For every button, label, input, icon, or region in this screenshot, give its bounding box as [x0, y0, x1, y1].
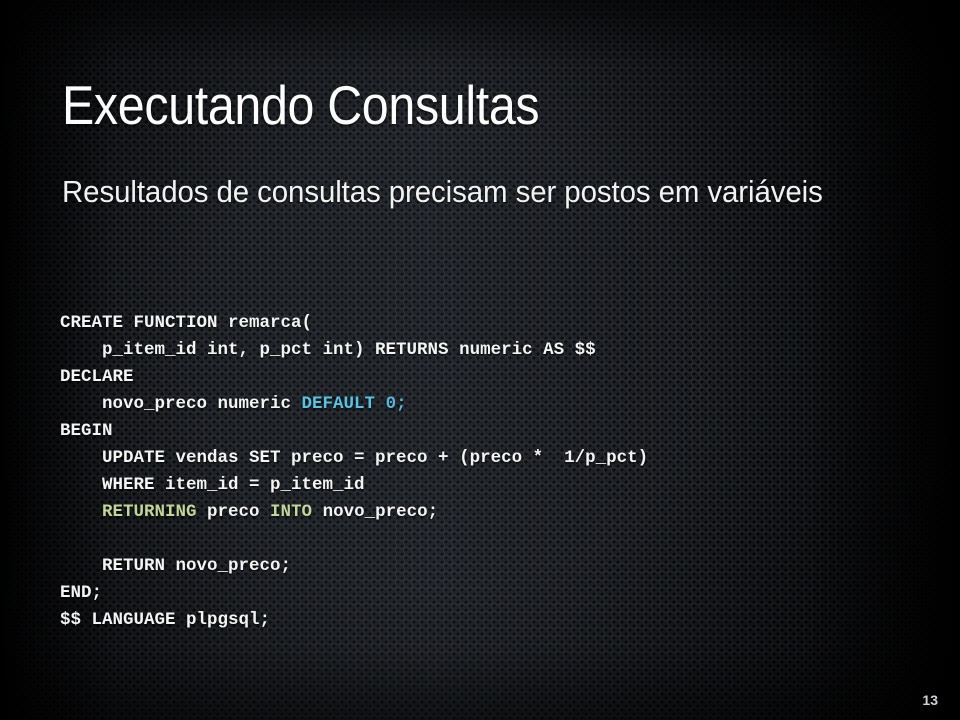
code-token: novo_preco numeric [60, 394, 302, 414]
code-line: END; [60, 580, 648, 607]
code-token: UPDATE vendas SET preco = preco + (preco… [60, 448, 649, 468]
code-line: p_item_id int, p_pct int) RETURNS numeri… [60, 337, 648, 364]
code-token: BEGIN [60, 421, 113, 441]
code-line: novo_preco numeric DEFAULT 0; [60, 391, 648, 418]
slide-title: Executando Consultas [62, 74, 540, 136]
page-number: 13 [922, 692, 938, 708]
code-line: UPDATE vendas SET preco = preco + (preco… [60, 445, 648, 472]
code-token: p_item_id int, p_pct int) RETURNS numeri… [60, 340, 596, 360]
code-line: RETURN novo_preco; [60, 553, 648, 580]
code-token: DECLARE [60, 367, 134, 387]
slide-subtitle: Resultados de consultas precisam ser pos… [62, 174, 823, 209]
code-token: RETURN novo_preco; [60, 556, 292, 576]
code-line: DECLARE [60, 364, 648, 391]
code-token: ; [396, 394, 407, 414]
code-token: novo_preco; [312, 502, 439, 522]
code-token: $$ LANGUAGE plpgsql; [60, 610, 271, 630]
code-token: preco [196, 502, 271, 522]
code-token: CREATE FUNCTION remarca( [60, 313, 313, 333]
slide-content: Executando Consultas Resultados de consu… [0, 0, 960, 720]
code-line: RETURNING preco INTO novo_preco; [60, 499, 648, 526]
code-line: BEGIN [60, 418, 648, 445]
code-line: CREATE FUNCTION remarca( [60, 310, 648, 337]
code-token: WHERE item_id = p_item_id [60, 475, 365, 495]
code-token: RETURNING [102, 502, 197, 522]
code-token: DEFAULT [301, 394, 376, 414]
code-token: 0 [385, 394, 397, 414]
code-line: $$ LANGUAGE plpgsql; [60, 607, 648, 634]
code-token: INTO [270, 502, 313, 522]
code-line: WHERE item_id = p_item_id [60, 472, 648, 499]
presentation-slide: Executando Consultas Resultados de consu… [0, 0, 960, 720]
code-token: END; [60, 583, 103, 603]
code-block: CREATE FUNCTION remarca( p_item_id int, … [60, 310, 648, 634]
